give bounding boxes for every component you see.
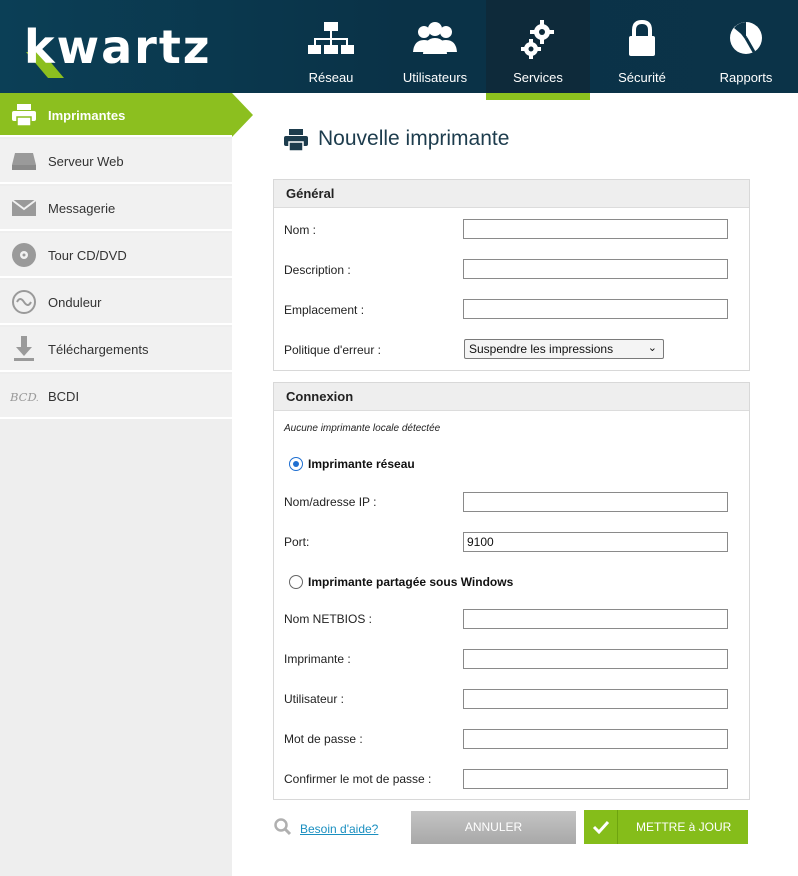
logo-text: kwartz	[24, 20, 212, 74]
nav-services[interactable]: Services	[486, 0, 590, 100]
nav-label: Utilisateurs	[402, 70, 468, 85]
netbios-label: Nom NETBIOS :	[284, 612, 373, 626]
pie-chart-icon	[694, 20, 798, 60]
windows-printer-label: Imprimante partagée sous Windows	[308, 575, 514, 589]
sidebar-item-imprimantes[interactable]: Imprimantes	[0, 93, 232, 137]
bcdi-icon: BCDI	[10, 382, 38, 410]
sidebar-item-label: BCDI	[48, 389, 80, 404]
name-field[interactable]	[463, 219, 728, 239]
general-panel: Général Nom : Description : Emplacement …	[273, 179, 750, 371]
netbios-field[interactable]	[463, 609, 728, 629]
error-policy-label: Politique d'erreur :	[284, 343, 382, 357]
port-field[interactable]	[463, 532, 728, 552]
password-field[interactable]	[463, 729, 728, 749]
windows-printer-option[interactable]: Imprimante partagée sous Windows	[289, 575, 513, 589]
nav-label: Services	[513, 70, 563, 85]
server-icon	[10, 147, 38, 175]
help-link[interactable]: Besoin d'aide?	[300, 822, 378, 836]
nav-utilisateurs[interactable]: Utilisateurs	[384, 0, 486, 93]
envelope-icon	[10, 194, 38, 222]
users-icon	[384, 20, 486, 60]
download-icon	[10, 335, 38, 363]
checkmark-icon	[584, 810, 618, 844]
user-field[interactable]	[463, 689, 728, 709]
network-printer-radio[interactable]	[289, 457, 303, 471]
nav-label: Sécurité	[618, 70, 666, 85]
help: Besoin d'aide?	[274, 818, 378, 839]
sidebar-item-onduleur[interactable]: Onduleur	[0, 280, 232, 325]
sidebar-item-label: Tour CD/DVD	[48, 248, 127, 263]
network-printer-label: Imprimante réseau	[308, 457, 415, 471]
error-policy-value: Suspendre les impressions	[469, 342, 614, 356]
password-label: Mot de passe :	[284, 732, 363, 746]
sidebar-item-label: Téléchargements	[48, 342, 149, 357]
confirm-password-label: Confirmer le mot de passe :	[284, 772, 432, 786]
sidebar-item-tour-cd-dvd[interactable]: Tour CD/DVD	[0, 233, 232, 278]
error-policy-select[interactable]: Suspendre les impressions ⌄	[464, 339, 664, 359]
location-field[interactable]	[463, 299, 728, 319]
description-field[interactable]	[463, 259, 728, 279]
chevron-down-icon: ⌄	[647, 342, 657, 354]
nav-rapports[interactable]: Rapports	[694, 0, 798, 93]
printer-icon	[10, 101, 38, 129]
connection-heading: Connexion	[274, 383, 749, 411]
sidebar-item-telechargements[interactable]: Téléchargements	[0, 327, 232, 372]
update-label: METTRE à JOUR	[636, 820, 732, 834]
lock-icon	[592, 20, 692, 60]
general-heading: Général	[274, 180, 749, 208]
windows-printer-radio[interactable]	[289, 575, 303, 589]
disc-icon	[10, 241, 38, 269]
kwartz-logo: kwartz	[24, 22, 224, 78]
location-label: Emplacement :	[284, 303, 365, 317]
ip-label: Nom/adresse IP :	[284, 495, 377, 509]
active-item-arrow	[232, 93, 253, 137]
port-label: Port:	[284, 535, 310, 549]
sidebar-item-label: Messagerie	[48, 201, 116, 216]
ip-field[interactable]	[463, 492, 728, 512]
confirm-password-field[interactable]	[463, 769, 728, 789]
top-navigation-bar: kwartz Réseau Utilisateurs Services Sécu…	[0, 0, 798, 100]
sidebar-item-label: Serveur Web	[48, 154, 124, 169]
sidebar-item-messagerie[interactable]: Messagerie	[0, 186, 232, 231]
connection-panel: Connexion Aucune imprimante locale détec…	[273, 382, 750, 800]
description-label: Description :	[284, 263, 351, 277]
svg-text:BCDI: BCDI	[10, 390, 38, 404]
sidebar-item-bcdi[interactable]: BCDI BCDI	[0, 374, 232, 419]
wave-icon	[10, 288, 38, 316]
network-icon	[280, 20, 382, 60]
gears-icon	[486, 20, 590, 60]
magnifier-icon	[274, 818, 292, 839]
nav-label: Rapports	[719, 70, 773, 85]
cancel-button[interactable]: ANNULER	[411, 811, 576, 844]
sidebar-item-label: Imprimantes	[48, 108, 126, 123]
sidebar-item-serveur-web[interactable]: Serveur Web	[0, 139, 232, 184]
printer-label: Imprimante :	[284, 652, 351, 666]
nav-securite[interactable]: Sécurité	[592, 0, 692, 93]
name-label: Nom :	[284, 223, 317, 237]
printer-icon	[283, 128, 309, 155]
no-local-printer-note: Aucune imprimante locale détectée	[284, 423, 441, 434]
page-title: Nouvelle imprimante	[318, 127, 510, 150]
user-label: Utilisateur :	[284, 692, 345, 706]
sidebar-item-label: Onduleur	[48, 295, 102, 310]
nav-label: Réseau	[308, 70, 354, 85]
printer-field[interactable]	[463, 649, 728, 669]
network-printer-option[interactable]: Imprimante réseau	[289, 457, 415, 471]
update-button[interactable]: METTRE à JOUR	[584, 810, 748, 844]
nav-reseau[interactable]: Réseau	[280, 0, 382, 93]
